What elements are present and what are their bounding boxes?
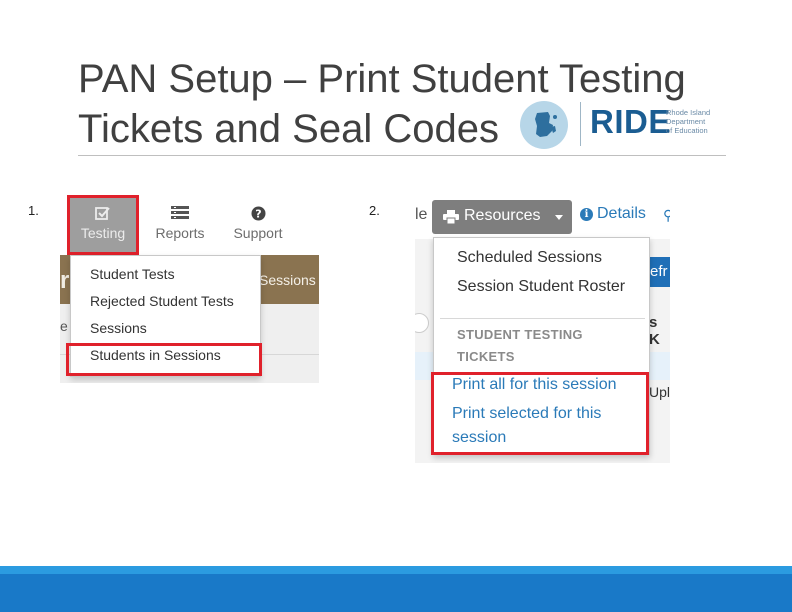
- upload-fragment: Uplo: [649, 384, 670, 400]
- resources-dropdown-button[interactable]: Resources: [432, 200, 572, 234]
- svg-text:?: ?: [255, 207, 261, 220]
- menu-item-session-student-roster[interactable]: Session Student Roster: [457, 278, 625, 296]
- ride-logo: RIDE Rhode Island Department of Educatio…: [520, 98, 720, 150]
- print-icon: [443, 210, 459, 225]
- logo-wordmark: RIDE: [590, 103, 671, 140]
- logo-subtitle-line: of Education: [666, 126, 708, 135]
- nav-reports-button[interactable]: Reports: [148, 195, 212, 255]
- radio-circle[interactable]: [415, 313, 429, 333]
- slide-title-line-1: PAN Setup – Print Student Testing: [78, 57, 686, 101]
- nav-testing-label: Testing: [80, 225, 126, 241]
- blue-button-fragment: efr: [650, 263, 668, 280]
- details-link[interactable]: i Details: [580, 205, 646, 223]
- content-left-fragment: e: [60, 318, 68, 334]
- footer-band: [0, 574, 792, 612]
- step-number-1: 1.: [28, 203, 39, 218]
- nav-reports-label: Reports: [155, 225, 205, 241]
- link-icon[interactable]: ⚲: [663, 207, 670, 224]
- menu-item-student-tests[interactable]: Student Tests: [90, 266, 175, 282]
- help-icon: ?: [224, 204, 292, 222]
- checkbox-icon: [70, 204, 136, 222]
- step-number-2: 2.: [369, 203, 380, 218]
- details-label: Details: [597, 205, 646, 222]
- highlight-print-links: [431, 372, 649, 455]
- nav-support-button[interactable]: ? Support: [224, 195, 292, 255]
- menu-section-header: STUDENT TESTING: [457, 327, 583, 342]
- footer-accent-band: [0, 566, 792, 574]
- reports-icon: [148, 204, 212, 222]
- toolbar-left-fragment: le: [415, 206, 428, 223]
- banner-right-fragment: Sessions: [259, 272, 316, 288]
- menu-item-scheduled-sessions[interactable]: Scheduled Sessions: [457, 249, 602, 267]
- banner-left-fragment: r: [60, 267, 70, 294]
- menu-section-header-line-2: TICKETS: [457, 349, 515, 364]
- logo-subtitle: Rhode Island Department of Education: [666, 108, 710, 135]
- menu-divider: [440, 318, 645, 319]
- screenshot-testing-menu: Testing Reports ? Support r Sessions e S…: [60, 195, 319, 383]
- title-divider: [78, 155, 726, 156]
- menu-item-sessions[interactable]: Sessions: [90, 320, 147, 336]
- nav-testing-button[interactable]: Testing: [67, 195, 139, 255]
- nav-support-label: Support: [233, 225, 283, 241]
- top-nav-bar: Testing Reports ? Support: [60, 195, 319, 255]
- rhode-island-map-icon: [520, 101, 568, 149]
- blue-action-button[interactable]: efr: [647, 257, 670, 287]
- heading-right-fragment: s K: [649, 314, 660, 348]
- screenshot-resources-menu: le Resources i Details ⚲ efr s K Uplo Sch…: [415, 195, 670, 463]
- session-toolbar: le Resources i Details ⚲: [415, 195, 670, 239]
- info-icon: i: [580, 208, 593, 221]
- menu-item-rejected-student-tests[interactable]: Rejected Student Tests: [90, 293, 234, 309]
- caret-down-icon: [555, 215, 563, 220]
- logo-subtitle-line: Department: [666, 117, 706, 126]
- logo-divider: [580, 102, 581, 146]
- logo-subtitle-line: Rhode Island: [666, 108, 711, 117]
- highlight-students-in-sessions: [66, 343, 262, 376]
- resources-label: Resources: [464, 207, 541, 224]
